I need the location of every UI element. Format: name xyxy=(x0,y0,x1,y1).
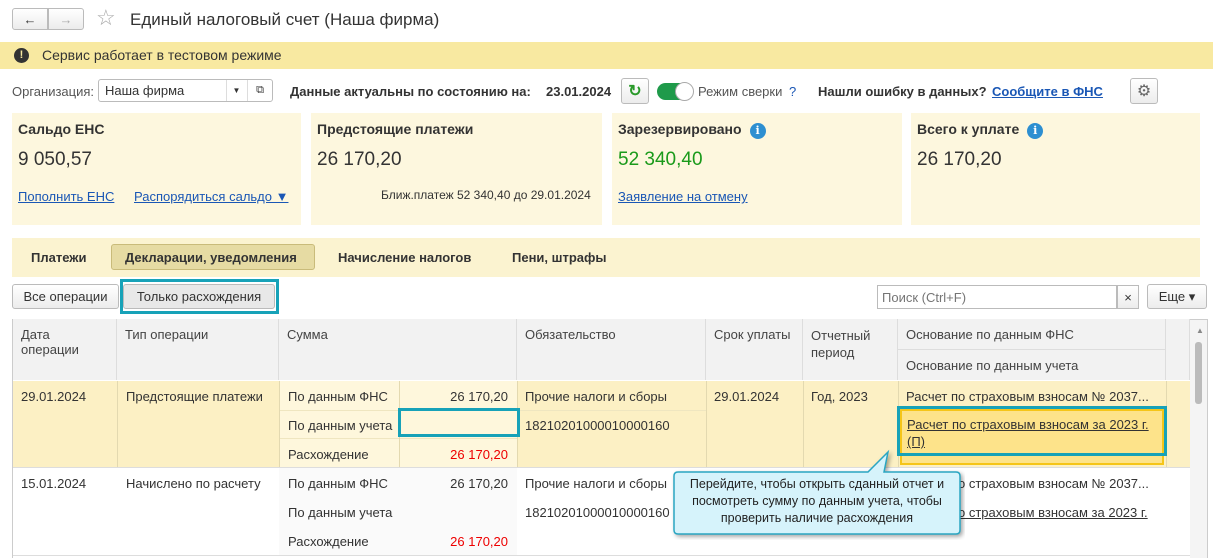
favorite-star-icon[interactable]: ☆ xyxy=(96,5,116,31)
data-actual-label: Данные актуальны по состоянию на: xyxy=(290,84,531,99)
card-reserved: Зарезервировано i 52 340,40 Заявление на … xyxy=(612,113,902,225)
fns-label: По данным ФНС xyxy=(288,476,388,491)
settings-button[interactable]: ⚙ xyxy=(1130,78,1158,104)
acc-label: По данным учета xyxy=(288,505,393,520)
org-value: Наша фирма xyxy=(105,83,185,98)
card-total: Всего к уплате i 26 170,20 xyxy=(911,113,1200,225)
page-title: Единый налоговый счет (Наша фирма) xyxy=(130,10,440,29)
acc-label: По данным учета xyxy=(288,418,393,433)
cell-obligation: Прочие налоги и сборы xyxy=(525,389,668,404)
open-icon[interactable]: ⧉ xyxy=(247,80,272,101)
card-value: 52 340,40 xyxy=(618,149,703,170)
acc-sum-highlight[interactable] xyxy=(398,408,520,437)
cell-kbk: 18210201000010000160 xyxy=(525,505,670,520)
forward-button[interactable]: → xyxy=(48,8,84,30)
cell-type: Предстоящие платежи xyxy=(126,389,263,404)
refresh-icon: ↻ xyxy=(628,83,642,100)
tab-tax-accrual[interactable]: Начисление налогов xyxy=(338,250,471,265)
card-value: 9 050,57 xyxy=(18,149,92,170)
cell-period: Год, 2023 xyxy=(811,389,868,404)
cell-date: 29.01.2024 xyxy=(21,389,87,404)
cell-kbk: 18210201000010000160 xyxy=(525,418,670,433)
tab-declarations[interactable]: Декларации, уведомления xyxy=(111,244,315,270)
warning-icon: ! xyxy=(14,48,29,63)
col-obligation[interactable]: Обязательство xyxy=(517,319,706,380)
search-input[interactable] xyxy=(877,285,1117,309)
clear-search-button[interactable]: × xyxy=(1117,285,1139,309)
diff-sum: 26 170,20 xyxy=(450,534,508,549)
org-select[interactable]: Наша фирма ▼ ⧉ xyxy=(98,79,273,102)
col-date[interactable]: Дата операции xyxy=(13,319,117,380)
tooltip-text: Перейдите, чтобы открыть сданный отчет и… xyxy=(689,477,945,525)
col-period[interactable]: Отчетный период xyxy=(803,319,898,380)
card-title: Всего к уплате i xyxy=(917,121,1044,139)
reconcile-label: Режим сверки xyxy=(698,84,783,99)
diff-label: Расхождение xyxy=(288,534,369,549)
help-icon[interactable]: ? xyxy=(789,84,796,99)
diff-label: Расхождение xyxy=(288,447,369,462)
banner-text: Сервис работает в тестовом режиме xyxy=(42,47,282,63)
nearest-payment-note: Ближ.платеж 52 340,40 до 29.01.2024 xyxy=(381,188,591,202)
card-balance: Сальдо ЕНС 9 050,57 Пополнить ЕНС Распор… xyxy=(12,113,301,225)
info-icon[interactable]: i xyxy=(1027,123,1044,139)
highlight-frame xyxy=(120,279,279,314)
col-type[interactable]: Тип операции xyxy=(117,319,279,380)
org-label: Организация: xyxy=(12,84,95,99)
back-icon: ← xyxy=(23,11,37,27)
col-sum[interactable]: Сумма xyxy=(279,319,517,380)
report-fns-link[interactable]: Сообщите в ФНС xyxy=(992,84,1103,99)
cancel-application-link[interactable]: Заявление на отмену xyxy=(618,189,748,204)
fns-label: По данным ФНС xyxy=(288,389,388,404)
tab-payments[interactable]: Платежи xyxy=(31,250,86,265)
fns-sum: 26 170,20 xyxy=(450,389,508,404)
dropdown-icon[interactable]: ▼ xyxy=(226,80,246,101)
card-title: Предстоящие платежи xyxy=(317,121,474,137)
test-mode-banner: ! Сервис работает в тестовом режиме xyxy=(0,42,1213,69)
top-up-link[interactable]: Пополнить ЕНС xyxy=(18,189,114,204)
fns-sum: 26 170,20 xyxy=(450,476,508,491)
col-due[interactable]: Срок уплаты xyxy=(706,319,803,380)
cell-date: 15.01.2024 xyxy=(21,476,87,491)
gear-icon: ⚙ xyxy=(1136,83,1152,100)
card-title: Зарезервировано i xyxy=(618,121,766,139)
reconcile-toggle[interactable] xyxy=(657,82,694,101)
card-value: 26 170,20 xyxy=(317,149,402,170)
col-basis-acc[interactable]: Основание по данным учета xyxy=(898,349,1166,380)
data-actual-date: 23.01.2024 xyxy=(546,84,612,99)
info-icon[interactable]: i xyxy=(749,123,766,139)
more-button[interactable]: Еще ▾ xyxy=(1147,284,1207,309)
cell-basis-fns: Расчет по страховым взносам № 2037... xyxy=(906,389,1149,404)
card-value: 26 170,20 xyxy=(917,149,1002,170)
card-upcoming: Предстоящие платежи 26 170,20 Ближ.плате… xyxy=(311,113,602,225)
cell-type: Начислено по расчету xyxy=(126,476,261,491)
header-filler xyxy=(1166,319,1190,380)
back-button[interactable]: ← xyxy=(12,8,48,30)
forward-icon: → xyxy=(59,11,73,27)
scrollbar-thumb[interactable] xyxy=(1195,342,1202,404)
close-icon: × xyxy=(1124,289,1132,305)
card-title: Сальдо ЕНС xyxy=(18,121,105,137)
all-operations-button[interactable]: Все операции xyxy=(12,284,119,309)
diff-sum: 26 170,20 xyxy=(450,447,508,462)
cell-due: 29.01.2024 xyxy=(714,389,780,404)
refresh-button[interactable]: ↻ xyxy=(621,78,649,104)
manage-balance-link[interactable]: Распорядиться сальдо ▼ xyxy=(134,189,288,204)
tab-penalties[interactable]: Пени, штрафы xyxy=(512,250,607,265)
error-label: Нашли ошибку в данных? xyxy=(818,84,987,99)
col-basis-fns[interactable]: Основание по данным ФНС xyxy=(898,319,1166,349)
cell-obligation: Прочие налоги и сборы xyxy=(525,476,668,491)
scrollbar[interactable]: ▲ xyxy=(1190,320,1207,558)
